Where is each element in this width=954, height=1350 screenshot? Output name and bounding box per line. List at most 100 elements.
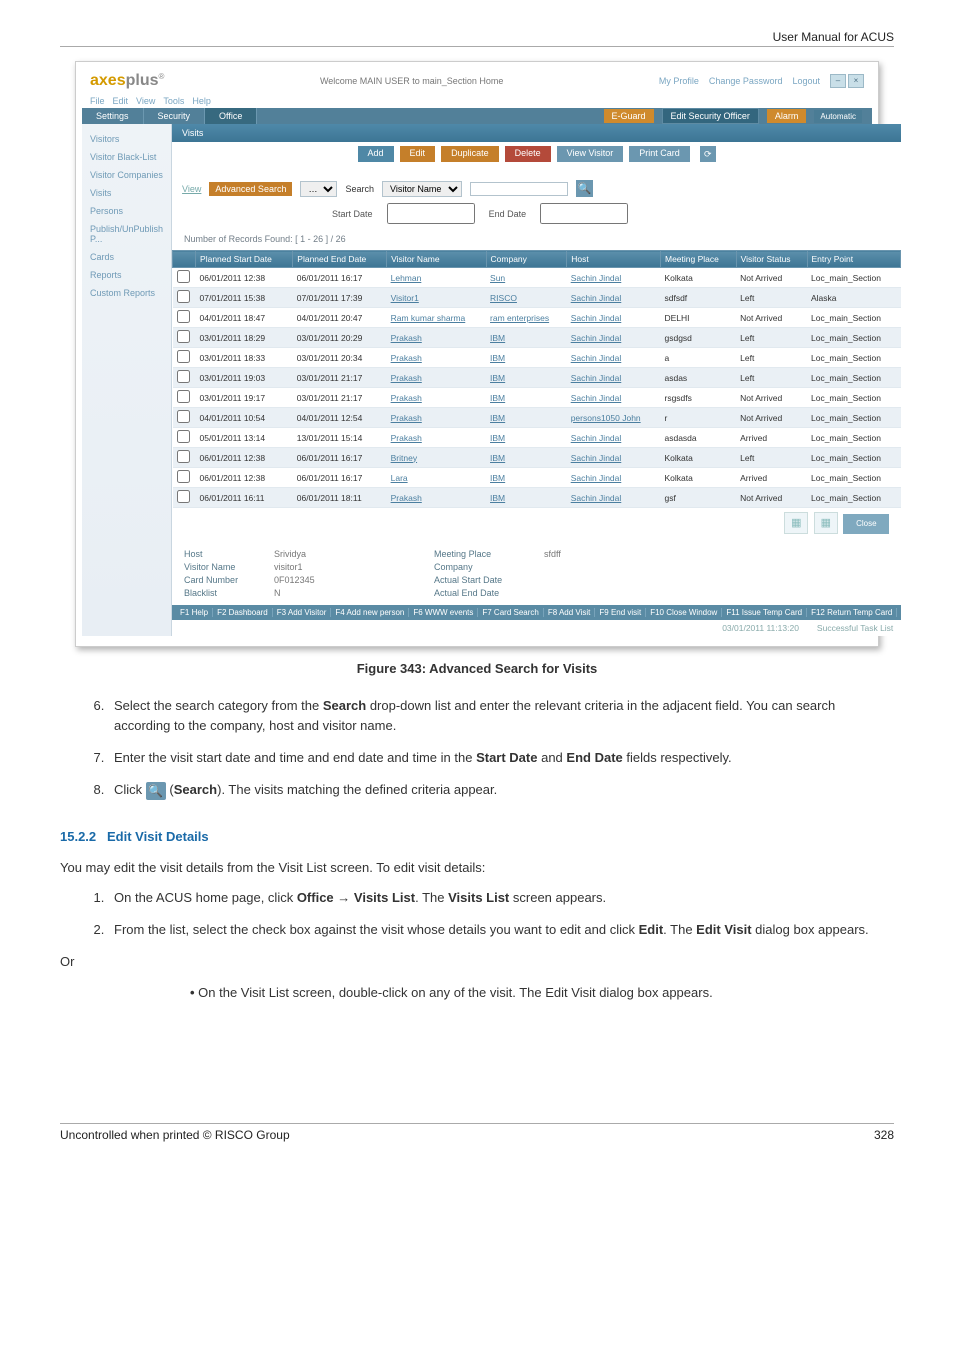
cell-link[interactable]: IBM — [490, 353, 505, 363]
row-checkbox[interactable] — [177, 270, 190, 283]
cell-link[interactable]: IBM — [490, 373, 505, 383]
table-row[interactable]: 04/01/2011 10:5404/01/2011 12:54PrakashI… — [173, 408, 901, 428]
col-header[interactable]: Planned Start Date — [196, 251, 293, 268]
fkey[interactable]: F12 Return Temp Card — [807, 608, 897, 617]
sidebar-item-visits[interactable]: Visits — [82, 184, 171, 202]
cell-link[interactable]: IBM — [490, 413, 505, 423]
edit-button[interactable]: Edit — [400, 146, 436, 162]
col-header[interactable]: Company — [486, 251, 567, 268]
cell-link[interactable]: Sachin Jindal — [571, 273, 622, 283]
cell-link[interactable]: Lehman — [391, 273, 422, 283]
col-header[interactable]: Visitor Status — [736, 251, 807, 268]
sidebar-item-visitors[interactable]: Visitors — [82, 130, 171, 148]
col-header[interactable]: Meeting Place — [660, 251, 736, 268]
cell-link[interactable]: Prakash — [391, 493, 422, 503]
cell-link[interactable]: Prakash — [391, 373, 422, 383]
fkey[interactable]: F1 Help — [176, 608, 213, 617]
cell-link[interactable]: Ram kumar sharma — [391, 313, 466, 323]
table-row[interactable]: 06/01/2011 12:3806/01/2011 16:17LehmanSu… — [173, 268, 901, 288]
fkey[interactable]: F9 End visit — [595, 608, 646, 617]
tab-settings[interactable]: Settings — [82, 108, 144, 124]
sidebar-item-publish[interactable]: Publish/UnPublish P... — [82, 220, 171, 248]
view-visitor-button[interactable]: View Visitor — [557, 146, 624, 162]
view-link[interactable]: View — [182, 184, 201, 194]
search-icon[interactable]: 🔍 — [576, 180, 593, 197]
cell-link[interactable]: Sachin Jindal — [571, 353, 622, 363]
add-button[interactable]: Add — [358, 146, 394, 162]
table-row[interactable]: 03/01/2011 18:2903/01/2011 20:29PrakashI… — [173, 328, 901, 348]
col-header[interactable] — [173, 251, 196, 268]
start-date-field[interactable] — [387, 203, 475, 224]
cell-link[interactable]: IBM — [490, 453, 505, 463]
print-card-button[interactable]: Print Card — [629, 146, 690, 162]
cell-link[interactable]: Sun — [490, 273, 505, 283]
col-header[interactable]: Host — [567, 251, 661, 268]
table-row[interactable]: 05/01/2011 13:1413/01/2011 15:14PrakashI… — [173, 428, 901, 448]
fkey[interactable]: F4 Add new person — [331, 608, 409, 617]
export-xls-icon[interactable]: ▦ — [814, 512, 838, 534]
cell-link[interactable]: Prakash — [391, 433, 422, 443]
cell-link[interactable]: ram enterprises — [490, 313, 549, 323]
pill-alarm[interactable]: Alarm — [767, 109, 807, 123]
adv-search-op[interactable]: … — [300, 181, 337, 197]
sidebar-item-companies[interactable]: Visitor Companies — [82, 166, 171, 184]
cell-link[interactable]: Lara — [391, 473, 408, 483]
cell-link[interactable]: Sachin Jindal — [571, 333, 622, 343]
search-input[interactable] — [470, 182, 568, 196]
row-checkbox[interactable] — [177, 410, 190, 423]
link-change-password[interactable]: Change Password — [709, 76, 783, 86]
cell-link[interactable]: Sachin Jindal — [571, 493, 622, 503]
sidebar-item-custom-reports[interactable]: Custom Reports — [82, 284, 171, 302]
row-checkbox[interactable] — [177, 490, 190, 503]
cell-link[interactable]: Sachin Jindal — [571, 433, 622, 443]
sidebar-item-persons[interactable]: Persons — [82, 202, 171, 220]
cell-link[interactable]: Prakash — [391, 393, 422, 403]
col-header[interactable]: Visitor Name — [387, 251, 486, 268]
fkey[interactable]: F3 Add Visitor — [273, 608, 332, 617]
cell-link[interactable]: Sachin Jindal — [571, 293, 622, 303]
sidebar-item-blacklist[interactable]: Visitor Black-List — [82, 148, 171, 166]
end-date-field[interactable] — [540, 203, 628, 224]
fkey[interactable]: F7 Card Search — [478, 608, 543, 617]
fkey[interactable]: F8 Add Visit — [544, 608, 596, 617]
col-header[interactable]: Planned End Date — [293, 251, 387, 268]
close-icon[interactable]: × — [848, 74, 864, 88]
table-row[interactable]: 07/01/2011 15:3807/01/2011 17:39Visitor1… — [173, 288, 901, 308]
cell-link[interactable]: Sachin Jindal — [571, 373, 622, 383]
table-row[interactable]: 03/01/2011 19:1703/01/2011 21:17PrakashI… — [173, 388, 901, 408]
table-row[interactable]: 06/01/2011 16:1106/01/2011 18:11PrakashI… — [173, 488, 901, 508]
cell-link[interactable]: Britney — [391, 453, 417, 463]
cell-link[interactable]: IBM — [490, 493, 505, 503]
cell-link[interactable]: IBM — [490, 393, 505, 403]
row-checkbox[interactable] — [177, 470, 190, 483]
sidebar-item-cards[interactable]: Cards — [82, 248, 171, 266]
cell-link[interactable]: IBM — [490, 433, 505, 443]
pill-edit-officer[interactable]: Edit Security Officer — [662, 108, 759, 124]
col-header[interactable]: Entry Point — [807, 251, 901, 268]
cell-link[interactable]: IBM — [490, 333, 505, 343]
fkey[interactable]: F11 Issue Temp Card — [722, 608, 807, 617]
fkey[interactable]: F2 Dashboard — [213, 608, 273, 617]
cell-link[interactable]: Prakash — [391, 413, 422, 423]
close-panel-button[interactable]: Close — [843, 514, 889, 534]
search-category-select[interactable]: Visitor Name — [382, 181, 462, 197]
export-csv-icon[interactable]: ▦ — [784, 512, 808, 534]
table-row[interactable]: 03/01/2011 18:3303/01/2011 20:34PrakashI… — [173, 348, 901, 368]
row-checkbox[interactable] — [177, 330, 190, 343]
cell-link[interactable]: persons1050 John — [571, 413, 641, 423]
link-logout[interactable]: Logout — [792, 76, 820, 86]
menu-bar[interactable]: FileEditViewToolsHelp — [82, 94, 872, 108]
minimize-icon[interactable]: – — [830, 74, 846, 88]
row-checkbox[interactable] — [177, 390, 190, 403]
delete-button[interactable]: Delete — [505, 146, 551, 162]
cell-link[interactable]: Prakash — [391, 333, 422, 343]
cell-link[interactable]: Sachin Jindal — [571, 313, 622, 323]
row-checkbox[interactable] — [177, 450, 190, 463]
cell-link[interactable]: Visitor1 — [391, 293, 419, 303]
cell-link[interactable]: Sachin Jindal — [571, 473, 622, 483]
table-row[interactable]: 03/01/2011 19:0303/01/2011 21:17PrakashI… — [173, 368, 901, 388]
sidebar-item-reports[interactable]: Reports — [82, 266, 171, 284]
cell-link[interactable]: RISCO — [490, 293, 517, 303]
advanced-search-button[interactable]: Advanced Search — [209, 182, 292, 196]
pill-eguard[interactable]: E-Guard — [604, 109, 654, 123]
